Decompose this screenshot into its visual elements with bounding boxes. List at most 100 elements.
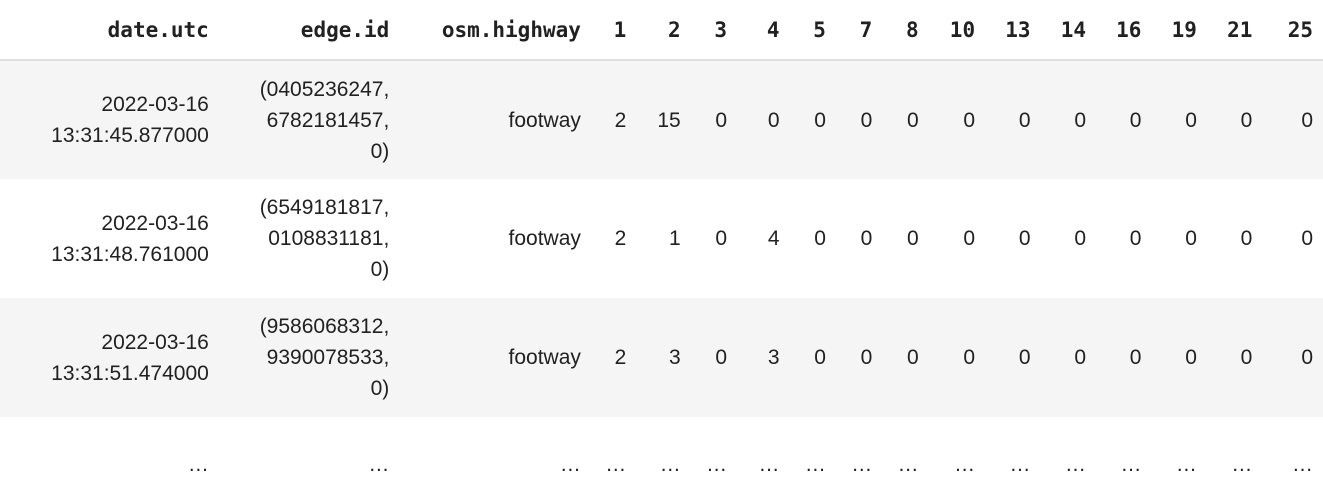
value-cell-25: 0 bbox=[1262, 60, 1323, 179]
edge-id-part: 0) bbox=[370, 377, 390, 400]
edge-id-part: 9390078533, bbox=[266, 346, 390, 369]
column-header-4: 4 bbox=[737, 0, 790, 61]
column-header-osm-highway: osm.highway bbox=[399, 0, 591, 61]
ellipsis-row: … … … … … … … … … … … … … … … … … bbox=[0, 417, 1323, 491]
date-utc-cell: 2022-03-16 13:31:51.474000 bbox=[0, 298, 219, 417]
value-cell-21: 0 bbox=[1206, 298, 1263, 417]
edge-id-cell: (9586068312, 9390078533, 0) bbox=[218, 298, 400, 417]
date-part: 2022-03-16 bbox=[101, 93, 209, 116]
value-cell-13: 0 bbox=[985, 298, 1041, 417]
date-part: 2022-03-16 bbox=[101, 211, 209, 235]
ellipsis-cell: … bbox=[882, 417, 929, 491]
value-cell-7: 0 bbox=[835, 60, 883, 179]
ellipsis-cell: … bbox=[1040, 417, 1096, 491]
value-cell-10: 0 bbox=[928, 179, 986, 298]
value-cell-25: 0 bbox=[1262, 179, 1323, 298]
value-cell-7: 0 bbox=[835, 179, 883, 298]
value-cell-5: 0 bbox=[789, 60, 836, 179]
value-cell-19: 0 bbox=[1151, 60, 1207, 179]
column-header-19: 19 bbox=[1151, 0, 1207, 61]
value-cell-19: 0 bbox=[1151, 298, 1207, 417]
value-cell-13: 0 bbox=[985, 179, 1041, 298]
column-header-7: 7 bbox=[835, 0, 883, 61]
value-cell-19: 0 bbox=[1151, 179, 1207, 298]
edge-id-part: 0) bbox=[370, 139, 390, 163]
value-cell-3: 0 bbox=[690, 60, 738, 179]
column-header-edge-id: edge.id bbox=[218, 0, 400, 61]
value-cell-4: 3 bbox=[737, 298, 790, 417]
column-header-10: 10 bbox=[928, 0, 986, 61]
table-row: 2022-03-16 13:31:51.474000 (9586068312, … bbox=[0, 298, 1323, 417]
edge-id-part: (9586068312, bbox=[259, 315, 390, 338]
edge-id-part: 6782181457, bbox=[266, 108, 390, 132]
ellipsis-cell: … bbox=[690, 417, 738, 491]
value-cell-21: 0 bbox=[1206, 60, 1263, 179]
ellipsis-cell: … bbox=[0, 417, 219, 491]
value-cell-1: 2 bbox=[590, 179, 637, 298]
value-cell-5: 0 bbox=[789, 298, 836, 417]
osm-highway-cell: footway bbox=[399, 298, 591, 417]
osm-highway-cell: footway bbox=[399, 179, 591, 298]
value-cell-3: 0 bbox=[690, 179, 738, 298]
date-part: 2022-03-16 bbox=[101, 330, 209, 354]
time-part: 13:31:48.761000 bbox=[51, 242, 209, 266]
edge-id-part: 0) bbox=[370, 258, 390, 281]
edge-id-cell: (0405236247, 6782181457, 0) bbox=[218, 60, 400, 179]
value-cell-2: 15 bbox=[636, 60, 691, 179]
value-cell-8: 0 bbox=[882, 179, 929, 298]
value-cell-7: 0 bbox=[835, 298, 883, 417]
column-header-16: 16 bbox=[1096, 0, 1152, 61]
edge-id-part: 0108831181, bbox=[268, 227, 390, 250]
ellipsis-cell: … bbox=[928, 417, 986, 491]
value-cell-3: 0 bbox=[690, 298, 738, 417]
column-header-14: 14 bbox=[1040, 0, 1096, 61]
value-cell-4: 0 bbox=[737, 60, 790, 179]
column-header-25: 25 bbox=[1262, 0, 1323, 61]
value-cell-16: 0 bbox=[1096, 298, 1152, 417]
ellipsis-cell: … bbox=[1262, 417, 1323, 491]
value-cell-25: 0 bbox=[1262, 298, 1323, 417]
column-header-3: 3 bbox=[690, 0, 738, 61]
ellipsis-cell: … bbox=[1151, 417, 1207, 491]
ellipsis-cell: … bbox=[985, 417, 1041, 491]
column-header-2: 2 bbox=[636, 0, 691, 61]
value-cell-13: 0 bbox=[985, 60, 1041, 179]
table-row: 2022-03-16 13:31:48.761000 (6549181817, … bbox=[0, 179, 1323, 298]
value-cell-4: 4 bbox=[737, 179, 790, 298]
column-header-13: 13 bbox=[985, 0, 1041, 61]
ellipsis-cell: … bbox=[737, 417, 790, 491]
value-cell-21: 0 bbox=[1206, 179, 1263, 298]
value-cell-16: 0 bbox=[1096, 179, 1152, 298]
value-cell-2: 1 bbox=[636, 179, 691, 298]
edge-id-part: (0405236247, bbox=[259, 77, 390, 101]
column-header-1: 1 bbox=[590, 0, 637, 61]
edge-id-cell: (6549181817, 0108831181, 0) bbox=[218, 179, 400, 298]
osm-highway-cell: footway bbox=[399, 60, 591, 179]
table-header: date.utc edge.id osm.highway 1 2 3 4 5 7… bbox=[0, 0, 1323, 61]
value-cell-14: 0 bbox=[1040, 298, 1096, 417]
value-cell-10: 0 bbox=[928, 298, 986, 417]
ellipsis-cell: … bbox=[835, 417, 883, 491]
table-body: 2022-03-16 13:31:45.877000 (0405236247, … bbox=[0, 60, 1323, 491]
value-cell-5: 0 bbox=[789, 179, 836, 298]
date-utc-cell: 2022-03-16 13:31:45.877000 bbox=[0, 60, 219, 179]
edge-id-part: (6549181817, bbox=[259, 196, 390, 219]
ellipsis-cell: … bbox=[399, 417, 591, 491]
column-header-8: 8 bbox=[882, 0, 929, 61]
value-cell-8: 0 bbox=[882, 298, 929, 417]
ellipsis-cell: … bbox=[789, 417, 836, 491]
time-part: 13:31:51.474000 bbox=[51, 361, 209, 385]
table-row: 2022-03-16 13:31:45.877000 (0405236247, … bbox=[0, 60, 1323, 179]
time-part: 13:31:45.877000 bbox=[51, 124, 209, 147]
header-row: date.utc edge.id osm.highway 1 2 3 4 5 7… bbox=[0, 0, 1323, 61]
value-cell-2: 3 bbox=[636, 298, 691, 417]
value-cell-1: 2 bbox=[590, 60, 637, 179]
ellipsis-cell: … bbox=[1206, 417, 1263, 491]
dataframe-table: date.utc edge.id osm.highway 1 2 3 4 5 7… bbox=[0, 0, 1323, 491]
value-cell-16: 0 bbox=[1096, 60, 1152, 179]
ellipsis-cell: … bbox=[1096, 417, 1152, 491]
value-cell-10: 0 bbox=[928, 60, 986, 179]
value-cell-1: 2 bbox=[590, 298, 637, 417]
ellipsis-cell: … bbox=[636, 417, 691, 491]
ellipsis-cell: … bbox=[590, 417, 637, 491]
